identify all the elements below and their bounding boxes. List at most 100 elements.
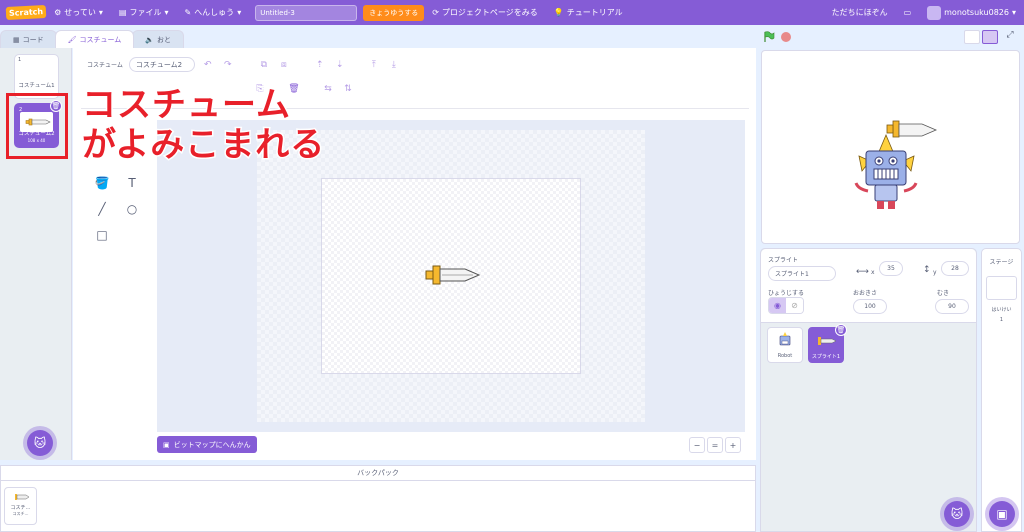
edit-menu[interactable]: ✎ へんしゅう ▾	[176, 0, 249, 25]
gear-icon: ⚙	[54, 8, 62, 17]
chevron-down-icon: ▾	[164, 8, 169, 17]
choose-backdrop-button[interactable]: ▣	[989, 501, 1015, 527]
sprite-name-input[interactable]: スプライト1	[768, 266, 836, 281]
canvas-area[interactable]	[157, 120, 745, 432]
convert-bitmap-button[interactable]: ▣ ビットマップにへんかん	[157, 436, 257, 453]
backpack-item-label: コスチ…	[10, 505, 31, 511]
choose-costume-button[interactable]: 🐱	[27, 430, 53, 456]
backdrops-count: 1	[999, 317, 1004, 323]
folder-icon: ▭	[903, 8, 912, 17]
zoom-in-button[interactable]: +	[725, 437, 741, 453]
canvas-backdrop	[257, 130, 645, 422]
normal-stage-icon[interactable]	[982, 30, 998, 44]
choose-sprite-button[interactable]: 🐱	[944, 501, 970, 527]
front-icon[interactable]: ⤒	[367, 58, 381, 72]
y-arrows-icon: ↕	[923, 265, 931, 275]
drawing-canvas[interactable]	[321, 178, 581, 374]
line-icon[interactable]: ╱	[87, 202, 117, 216]
zoom-out-icon: −	[693, 440, 701, 450]
file-menu[interactable]: ▤ ファイル ▾	[111, 0, 177, 25]
forward-icon[interactable]: ⇡	[313, 58, 327, 72]
my-stuff-button[interactable]: ▭	[896, 0, 920, 25]
zoom-reset-button[interactable]: =	[707, 437, 723, 453]
sword-drawing[interactable]	[423, 264, 481, 286]
stage[interactable]	[761, 50, 1020, 244]
sword-icon	[14, 494, 29, 500]
file-label: ファイル	[129, 8, 162, 17]
sprite-item[interactable]: Robot	[767, 327, 803, 363]
x-label: x	[871, 269, 875, 276]
circle-icon[interactable]: ○	[117, 202, 147, 216]
costume-name-input[interactable]: コスチューム2	[128, 57, 195, 72]
eye-icon[interactable]: ◉	[769, 298, 786, 313]
file-icon: ▤	[118, 8, 127, 17]
fullscreen-icon[interactable]: ⤢	[1002, 30, 1018, 44]
back-icon[interactable]: ⤓	[387, 58, 401, 72]
trash-icon[interactable]: 🗑	[835, 324, 847, 336]
x-input[interactable]: 35	[879, 261, 903, 276]
group-icon[interactable]: ⧉	[257, 58, 271, 72]
undo-icon[interactable]: ↶	[201, 58, 215, 72]
costume-name-label: コスチューム	[87, 62, 123, 69]
tab-sounds-label: おと	[157, 35, 172, 44]
share-button[interactable]: きょうゆうする	[363, 4, 425, 21]
refresh-icon: ⟳	[432, 8, 439, 17]
project-page-button[interactable]: ⟳ プロジェクトページをみる	[424, 0, 546, 25]
flip-vertical-icon[interactable]: ⇅	[341, 82, 355, 96]
sprite-pane: スプライト スプライト1 ⟷ x 35 ↕ y 28 ひょうじする ◉ ⊘ おお…	[760, 248, 977, 532]
settings-label: せってい	[64, 8, 96, 17]
avatar	[927, 5, 942, 20]
show-label: ひょうじする	[768, 290, 805, 297]
sprite-item-label: スプライト1	[811, 354, 841, 360]
backpack-item-sub: コスチ…	[12, 511, 29, 516]
edit-label: へんしゅう	[194, 8, 235, 17]
settings-menu[interactable]: ⚙ せってい ▾	[46, 0, 111, 25]
editor-tabs: ▦ コード 🖌 コスチューム 🔈 おと	[0, 30, 185, 48]
zoom-out-button[interactable]: −	[689, 437, 705, 453]
brush-icon: 🖌	[67, 35, 77, 44]
eye-off-icon[interactable]: ⊘	[786, 298, 803, 313]
size-input[interactable]: 100	[853, 299, 887, 314]
scratch-logo[interactable]: Scratch	[5, 4, 47, 21]
x-arrows-icon: ⟷	[856, 267, 869, 277]
y-input[interactable]: 28	[941, 261, 969, 276]
drawing-tools: 🪣 T ╱ ○ □	[87, 176, 147, 242]
tutorials-label: チュートリアル	[566, 8, 623, 17]
save-now-button[interactable]: ただちにほぞん	[824, 0, 896, 25]
project-title-input[interactable]: Untitled-3	[255, 4, 358, 21]
username: monotsuku0826	[944, 8, 1009, 17]
robot-sprite	[854, 133, 918, 209]
ungroup-icon[interactable]: ⧈	[277, 58, 291, 72]
redo-icon[interactable]: ↷	[221, 58, 235, 72]
green-flag-icon[interactable]	[763, 31, 775, 43]
tab-sounds[interactable]: 🔈 おと	[132, 30, 185, 48]
sprite-label: スプライト	[768, 257, 799, 264]
flip-horizontal-icon[interactable]: ⇆	[321, 82, 335, 96]
highlight-box	[6, 93, 68, 159]
stage-header: ⤢	[760, 28, 1022, 46]
direction-input[interactable]: 90	[935, 299, 969, 314]
sword-thumbnail-icon	[818, 337, 837, 345]
image-icon: ▣	[163, 440, 170, 449]
zoom-in-icon: +	[729, 440, 737, 450]
rectangle-icon[interactable]: □	[87, 228, 117, 242]
stage-target-pane[interactable]: ステージ はいけい 1 ▣	[981, 248, 1022, 532]
stop-icon[interactable]	[781, 32, 791, 42]
account-menu[interactable]: monotsuku0826 ▾	[919, 0, 1024, 25]
direction-label: むき	[937, 290, 950, 297]
sprite-item[interactable]: スプライト1 🗑	[808, 324, 847, 363]
tutorials-button[interactable]: 💡 チュートリアル	[546, 0, 631, 25]
tab-costumes[interactable]: 🖌 コスチューム	[54, 30, 135, 48]
menu-bar: Scratch ⚙ せってい ▾ ▤ ファイル ▾ ✎ へんしゅう ▾ Unti…	[0, 0, 1024, 25]
tab-code[interactable]: ▦ コード	[0, 30, 57, 48]
fill-icon[interactable]: 🪣	[87, 176, 117, 190]
backpack-item[interactable]: コスチ… コスチ…	[4, 487, 37, 525]
text-icon[interactable]: T	[117, 176, 147, 190]
chevron-down-icon: ▾	[1011, 8, 1016, 17]
size-label: おおきさ	[853, 290, 878, 297]
tab-code-label: コード	[22, 35, 44, 44]
backpack-header[interactable]: バックパック	[1, 466, 755, 481]
sword-sprite	[886, 120, 938, 138]
small-stage-icon[interactable]	[964, 30, 980, 44]
backward-icon[interactable]: ⇣	[333, 58, 347, 72]
